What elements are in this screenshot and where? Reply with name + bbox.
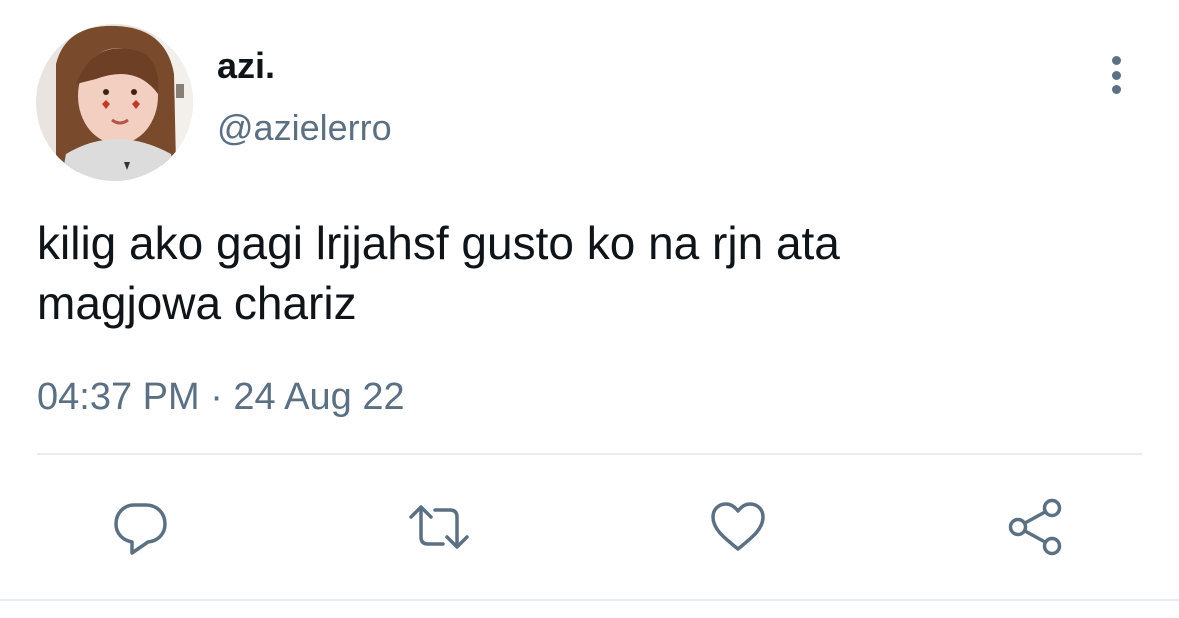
reply-button[interactable]: [108, 495, 172, 559]
tweet-timestamp[interactable]: 04:37 PM · 24 Aug 22: [37, 372, 405, 422]
display-name[interactable]: azi.: [217, 44, 275, 88]
more-options-button[interactable]: [1094, 50, 1138, 100]
avatar-photo: [36, 24, 193, 181]
heart-icon: [711, 502, 765, 551]
tweet-text: kilig ako gagi lrjjahsf gusto ko na rjn …: [37, 217, 840, 329]
avatar[interactable]: [36, 24, 193, 181]
user-handle[interactable]: @azielerro: [217, 106, 392, 150]
tweet-card: azi. @azielerro kilig ako gagi lrjjahsf …: [0, 0, 1179, 600]
reply-icon: [114, 503, 167, 555]
share-button[interactable]: [1004, 495, 1068, 559]
share-icon: [1008, 498, 1062, 556]
retweet-icon: [409, 505, 469, 549]
divider: [37, 453, 1142, 455]
more-vertical-icon: [1111, 56, 1121, 65]
retweet-button[interactable]: [407, 495, 471, 559]
bottom-border: [0, 599, 1179, 601]
like-button[interactable]: [706, 495, 770, 559]
